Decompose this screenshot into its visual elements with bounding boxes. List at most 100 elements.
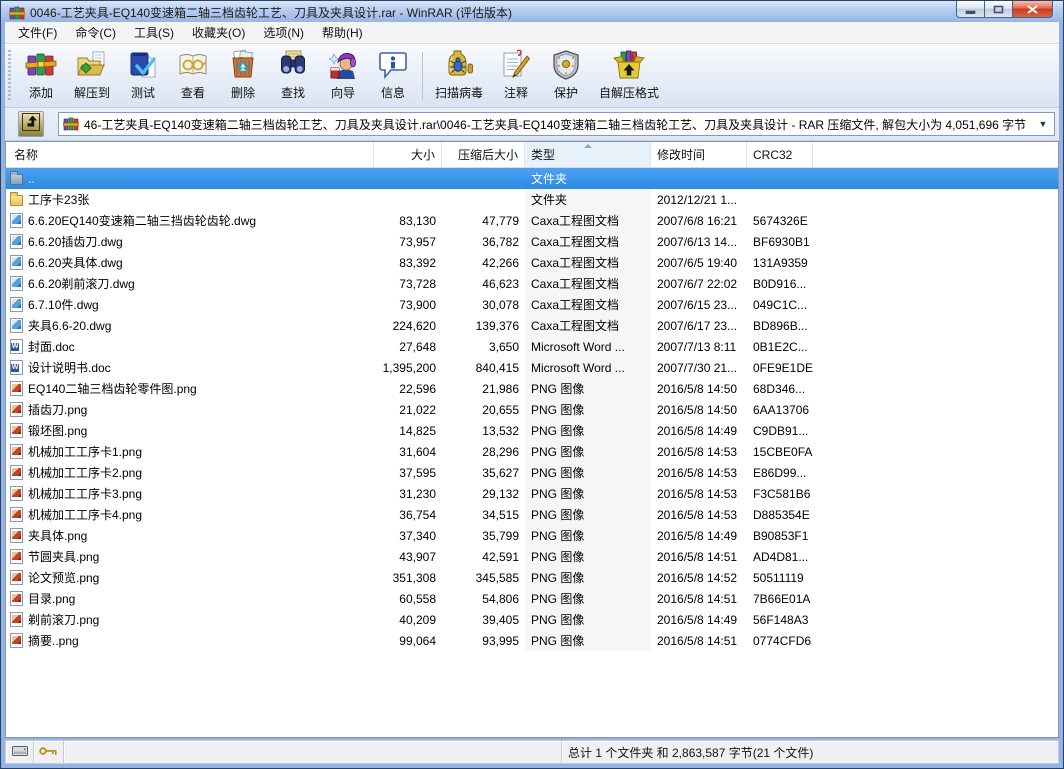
file-row[interactable]: 6.7.10件.dwg 73,900 30,078 Caxa工程图文档 2007/6/1… (6, 294, 1058, 315)
file-name-cell: 锻坯图.png (6, 420, 374, 441)
file-row[interactable]: 机械加工工序卡1.png 31,604 28,296 PNG 图像 2016/5/8 1… (6, 441, 1058, 462)
info-button[interactable]: 信息 (368, 46, 418, 106)
dwg-file-icon (10, 318, 23, 333)
file-row[interactable]: 工序卡23张 文件夹 2012/12/21 1... (6, 189, 1058, 210)
file-crc32: AD4D81... (753, 549, 809, 564)
column-header-type[interactable]: 类型 (525, 142, 651, 167)
close-button[interactable] (1012, 1, 1053, 18)
toolbar-separator (422, 52, 424, 100)
menu-commands[interactable]: 命令(C) (66, 21, 125, 44)
test-button[interactable]: 测试 (118, 46, 168, 106)
file-crc32: 0FE9E1DE (753, 360, 813, 375)
file-row[interactable]: 夹具6.6-20.dwg 224,620 139,376 Caxa工程图文档 2007/… (6, 315, 1058, 336)
maximize-button[interactable] (984, 1, 1013, 18)
protect-icon (550, 49, 582, 81)
file-modified: 2007/6/17 23... (657, 318, 738, 333)
file-row[interactable]: 论文预览.png 351,308 345,585 PNG 图像 2016/5/8 14:… (6, 567, 1058, 588)
file-row[interactable]: 6.6.20EQ140变速箱二轴三挡齿轮齿轮.dwg 83,130 47,779 Ca… (6, 210, 1058, 231)
file-name: 节圆夹具.png (28, 550, 100, 564)
menu-options[interactable]: 选项(N) (254, 21, 313, 44)
file-size: 36,754 (399, 507, 436, 522)
up-level-icon (22, 112, 40, 136)
file-crc32: BD896B... (753, 318, 808, 333)
file-row[interactable]: 目录.png 60,558 54,806 PNG 图像 2016/5/8 14:51 7B… (6, 588, 1058, 609)
virus-scan-button[interactable]: 扫描病毒 (427, 46, 491, 106)
file-packed-size (442, 168, 525, 189)
png-file-icon (10, 633, 23, 648)
file-row[interactable]: 机械加工工序卡2.png 37,595 35,627 PNG 图像 2016/5/8 1… (6, 462, 1058, 483)
file-name: 6.7.10件.dwg (28, 298, 99, 312)
file-modified: 2016/5/8 14:53 (657, 507, 738, 522)
file-row[interactable]: 6.6.20插齿刀.dwg 73,957 36,782 Caxa工程图文档 2007/6… (6, 231, 1058, 252)
menu-tools[interactable]: 工具(S) (125, 21, 183, 44)
add-button[interactable]: 添加 (16, 46, 66, 106)
file-type: PNG 图像 (525, 546, 651, 567)
file-size: 27,648 (399, 339, 436, 354)
protect-button[interactable]: 保护 (541, 46, 591, 106)
view-button[interactable]: 查看 (168, 46, 218, 106)
file-row[interactable]: 机械加工工序卡4.png 36,754 34,515 PNG 图像 2016/5/8 1… (6, 504, 1058, 525)
find-button[interactable]: 查找 (268, 46, 318, 106)
file-name-cell: 夹具6.6-20.dwg (6, 315, 374, 336)
file-row[interactable]: 封面.doc 27,648 3,650 Microsoft Word ... 2007/… (6, 336, 1058, 357)
file-packed-size: 30,078 (482, 297, 519, 312)
file-row[interactable]: 机械加工工序卡3.png 31,230 29,132 PNG 图像 2016/5/8 1… (6, 483, 1058, 504)
file-packed-size: 3,650 (488, 339, 519, 354)
file-row[interactable]: 锻坯图.png 14,825 13,532 PNG 图像 2016/5/8 14:49 C… (6, 420, 1058, 441)
menu-favorites[interactable]: 收藏夹(O) (183, 21, 254, 44)
minimize-button[interactable] (956, 1, 985, 18)
password-status-button[interactable] (34, 741, 64, 763)
file-name-cell: 机械加工工序卡3.png (6, 483, 374, 504)
column-header-packed[interactable]: 压缩后大小 (442, 142, 525, 167)
file-list: 名称 大小 压缩后大小 类型 修改时间 CRC32 .. 文件夹 工序卡23张 文件夹… (5, 141, 1059, 738)
extract-to-icon (76, 49, 108, 81)
column-header-size[interactable]: 大小 (374, 142, 442, 167)
sfx-button[interactable]: 自解压格式 (591, 46, 667, 106)
png-file-icon (10, 612, 23, 627)
file-crc32: F3C581B6 (753, 486, 811, 501)
file-row[interactable]: 6.6.20剃前滚刀.dwg 73,728 46,623 Caxa工程图文档 2007/… (6, 273, 1058, 294)
file-name: 工序卡23张 (28, 193, 90, 207)
toolbar-label: 注释 (504, 86, 529, 100)
menu-file[interactable]: 文件(F) (9, 21, 66, 44)
extract-to-button[interactable]: 解压到 (66, 46, 118, 106)
column-header-crc32[interactable]: CRC32 (747, 142, 813, 167)
file-row[interactable]: 节圆夹具.png 43,907 42,591 PNG 图像 2016/5/8 14:51… (6, 546, 1058, 567)
chevron-down-icon[interactable]: ▼ (1036, 119, 1050, 129)
view-icon (177, 49, 209, 81)
file-modified: 2016/5/8 14:53 (657, 465, 738, 480)
file-packed-size: 13,532 (482, 423, 519, 438)
wizard-button[interactable]: 向导 (318, 46, 368, 106)
file-crc32: E86D99... (753, 465, 807, 480)
file-type: PNG 图像 (525, 420, 651, 441)
file-name-cell: 机械加工工序卡2.png (6, 462, 374, 483)
toolbar-label: 测试 (131, 86, 156, 100)
file-row[interactable]: 剃前滚刀.png 40,209 39,405 PNG 图像 2016/5/8 14:49… (6, 609, 1058, 630)
toolbar-label: 删除 (231, 86, 256, 100)
wizard-icon (327, 49, 359, 81)
file-row[interactable]: 6.6.20夹具体.dwg 83,392 42,266 Caxa工程图文档 2007/6… (6, 252, 1058, 273)
archive-path-combo[interactable]: 46-工艺夹具-EQ140变速箱二轴三档齿轮工艺、刀具及夹具设计.rar\004… (58, 112, 1055, 136)
file-size: 14,825 (399, 423, 436, 438)
drive-status-button[interactable] (6, 741, 34, 763)
file-row[interactable]: .. 文件夹 (6, 168, 1058, 189)
column-header-name[interactable]: 名称 (6, 142, 374, 167)
menu-help[interactable]: 帮助(H) (313, 21, 372, 44)
file-row[interactable]: EQ140二轴三档齿轮零件图.png 22,596 21,986 PNG 图像 2016… (6, 378, 1058, 399)
dwg-file-icon (10, 213, 23, 228)
winrar-books-icon (62, 116, 80, 132)
file-row[interactable]: 摘要..png 99,064 93,995 PNG 图像 2016/5/8 14:51 0… (6, 630, 1058, 651)
file-row[interactable]: 插齿刀.png 21,022 20,655 PNG 图像 2016/5/8 14:50 6… (6, 399, 1058, 420)
up-level-button[interactable] (18, 111, 44, 137)
file-crc32: 049C1C... (753, 297, 808, 312)
comment-button[interactable]: 注释 (491, 46, 541, 106)
file-size (374, 189, 442, 210)
png-file-icon (10, 549, 23, 564)
file-row[interactable]: 夹具体.png 37,340 35,799 PNG 图像 2016/5/8 14:49 B… (6, 525, 1058, 546)
delete-button[interactable]: 删除 (218, 46, 268, 106)
column-header-modified[interactable]: 修改时间 (651, 142, 747, 167)
file-crc32: D885354E (753, 507, 810, 522)
file-crc32: B90853F1 (753, 528, 809, 543)
file-crc32: 7B66E01A (753, 591, 811, 606)
file-row[interactable]: 设计说明书.doc 1,395,200 840,415 Microsoft Word … (6, 357, 1058, 378)
